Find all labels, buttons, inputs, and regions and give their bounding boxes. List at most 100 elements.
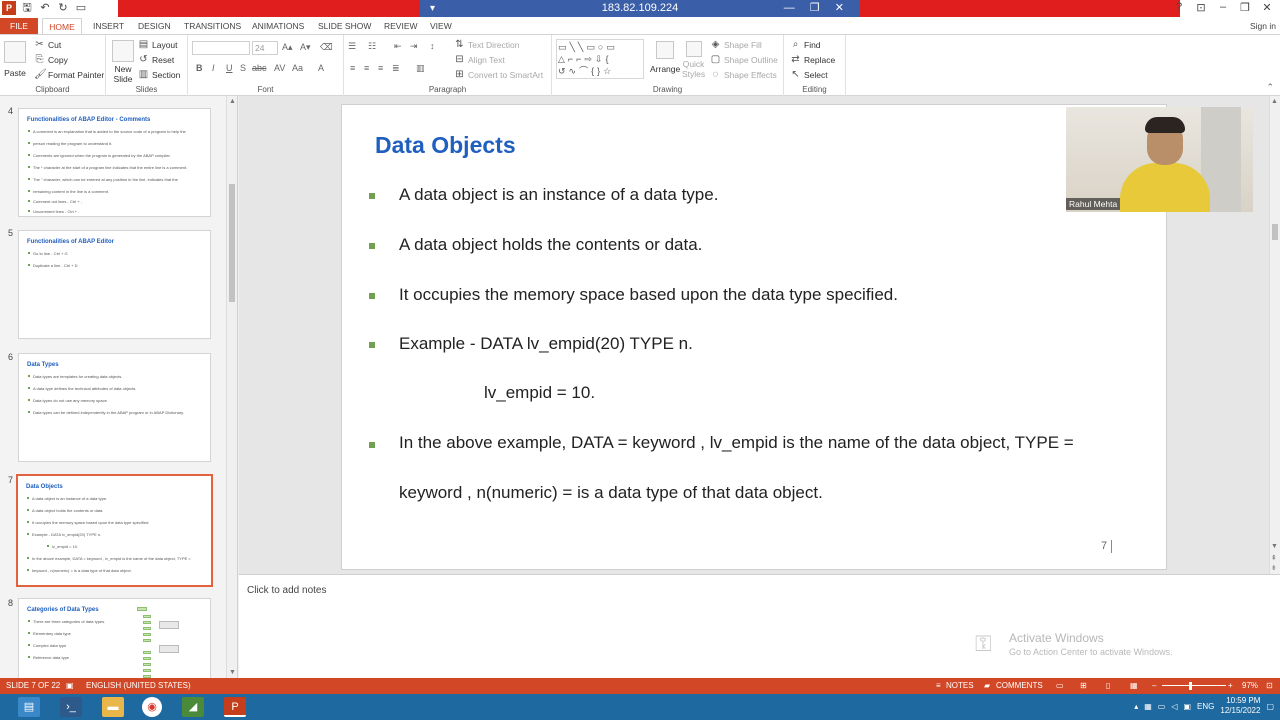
bullets-icon[interactable]: ☰ (348, 41, 356, 52)
undo-icon[interactable]: ↶ (38, 1, 52, 15)
slide-thumbnail-6[interactable]: Data Types Data types are templates for … (18, 353, 211, 462)
slide-bullet-3[interactable]: It occupies the memory space based upon … (399, 285, 898, 305)
change-case-icon[interactable]: Aa (292, 63, 303, 73)
clock[interactable]: 10:59 PM 12/15/2022 (1220, 696, 1260, 716)
file-explorer-app-icon[interactable]: ▤ (18, 697, 40, 717)
slide-thumbnail-7[interactable]: Data Objects A data object is an instanc… (16, 474, 213, 587)
align-text-button[interactable]: ⊟ Align Text (454, 54, 504, 65)
volume-icon[interactable]: ◁ (1171, 702, 1177, 711)
ribbon-display-icon[interactable]: ⊡ (1194, 1, 1208, 14)
replace-button[interactable]: ⇄ Replace (790, 54, 835, 65)
start-from-beginning-icon[interactable]: ▭ (74, 1, 88, 15)
slide-canvas[interactable]: Data Objects A data object is an instanc… (341, 104, 1167, 570)
slide-thumbnail-8[interactable]: Categories of Data Types There are three… (18, 598, 211, 678)
chrome-icon[interactable]: ◉ (142, 697, 162, 717)
scroll-down-icon[interactable]: ▼ (228, 669, 237, 676)
slide-bullet-4[interactable]: Example - DATA lv_empid(20) TYPE n. (399, 334, 693, 354)
text-direction-button[interactable]: ⇅ Text Direction (454, 39, 519, 50)
tab-insert[interactable]: INSERT (93, 18, 124, 34)
find-button[interactable]: ⌕ Find (790, 39, 821, 50)
underline-icon[interactable]: U (226, 63, 233, 73)
zoom-out-icon[interactable]: – (1152, 678, 1156, 694)
zoom-slider-handle[interactable] (1189, 682, 1192, 690)
redo-icon[interactable]: ↻ (56, 1, 70, 15)
shapes-gallery[interactable]: ▭╲╲▭○▭ △⌐⌐⇨⇩{↺∿⌒{}☆ (556, 39, 644, 79)
decrease-indent-icon[interactable]: ⇤ (394, 41, 402, 52)
slideshow-view-icon[interactable]: ▦ (1130, 678, 1138, 694)
reset-button[interactable]: ↺ Reset (138, 54, 174, 65)
slide-bullet-5-continuation[interactable]: keyword , n(numeric) = is a data type of… (399, 483, 823, 503)
shape-effects-button[interactable]: ◌ Shape Effects (710, 69, 777, 80)
editor-scroll-thumb[interactable] (1272, 224, 1278, 240)
notes-pane[interactable]: Click to add notes ⚿ Activate Windows Go… (239, 574, 1280, 678)
shape-outline-button[interactable]: ▢ Shape Outline (710, 54, 778, 65)
notes-toggle[interactable]: NOTES (946, 678, 974, 694)
action-center-icon[interactable]: ▢ (1266, 702, 1274, 711)
fit-slide-icon[interactable]: ⊡ (1266, 678, 1273, 694)
comments-toggle[interactable]: COMMENTS (996, 678, 1043, 694)
paste-button[interactable]: Paste (4, 41, 26, 78)
slide-thumbnail-4[interactable]: Functionalities of ABAP Editor - Comment… (18, 108, 211, 217)
tab-home[interactable]: HOME (42, 18, 82, 34)
line-spacing-icon[interactable]: ↕ (430, 41, 435, 51)
tab-animations[interactable]: ANIMATIONS (252, 18, 304, 34)
reading-view-icon[interactable]: ▯ (1106, 678, 1110, 694)
font-name-field[interactable] (192, 41, 250, 55)
tab-review[interactable]: REVIEW (384, 18, 418, 34)
new-slide-button[interactable]: New Slide (112, 40, 134, 84)
slide-sorter-icon[interactable]: ⊞ (1080, 678, 1087, 694)
powerpoint-taskbar-icon[interactable]: P (224, 697, 246, 717)
tab-file[interactable]: FILE (0, 18, 38, 34)
section-button[interactable]: ▥ Section (138, 69, 181, 80)
language-status[interactable]: ENGLISH (UNITED STATES) (86, 678, 191, 694)
zoom-slider[interactable] (1162, 685, 1226, 686)
font-color-icon[interactable]: A (318, 63, 324, 73)
editor-scrollbar[interactable]: ▲ ▼ ⇞ ⇟ (1269, 96, 1280, 574)
previous-slide-icon[interactable]: ⇞ (1271, 554, 1277, 562)
align-left-icon[interactable]: ≡ (350, 63, 355, 73)
sign-in-link[interactable]: Sign in (1250, 18, 1276, 34)
normal-view-icon[interactable]: ▭ (1056, 678, 1064, 694)
remote-bar-left[interactable]: ▾ (430, 0, 435, 17)
clear-format-icon[interactable]: ⌫ (320, 42, 333, 53)
font-size-field[interactable]: 24 (252, 41, 278, 55)
slide-bullet-5[interactable]: In the above example, DATA = keyword , l… (399, 433, 1074, 453)
numbering-icon[interactable]: ☷ (368, 41, 376, 52)
slide-bullet-2[interactable]: A data object holds the contents or data… (399, 235, 702, 255)
powershell-icon[interactable]: ›_ (60, 697, 82, 717)
align-center-icon[interactable]: ≡ (364, 63, 369, 73)
tab-design[interactable]: DESIGN (138, 18, 171, 34)
convert-smartart-button[interactable]: ⊞ Convert to SmartArt (454, 69, 543, 80)
folder-icon[interactable]: ▬ (102, 697, 124, 717)
collapse-ribbon-icon[interactable]: ⌃ (1266, 82, 1274, 93)
minimize-icon[interactable]: – (1216, 1, 1230, 14)
proofing-icon[interactable]: ▣ (66, 678, 74, 694)
battery-icon[interactable]: ▭ (1158, 702, 1166, 711)
layout-button[interactable]: ▤ Layout (138, 39, 178, 50)
slide-bullet-1[interactable]: A data object is an instance of a data t… (399, 185, 718, 205)
select-button[interactable]: ↖ Select (790, 69, 827, 80)
notes-placeholder[interactable]: Click to add notes (247, 585, 327, 596)
notification-icon[interactable]: ▣ (1183, 702, 1191, 711)
save-icon[interactable]: 🖫 (20, 1, 34, 15)
arrange-button[interactable]: Arrange (650, 41, 680, 74)
next-slide-icon[interactable]: ⇟ (1271, 564, 1277, 572)
editor-scroll-up-icon[interactable]: ▲ (1271, 98, 1278, 105)
scroll-thumb[interactable] (229, 184, 235, 302)
thumbnail-scrollbar[interactable]: ▲ ▼ (226, 96, 237, 678)
tab-view[interactable]: VIEW (430, 18, 452, 34)
restore-icon[interactable]: ❐ (1238, 1, 1252, 14)
slide-title[interactable]: Data Objects (375, 132, 516, 159)
input-language[interactable]: ENG (1197, 702, 1214, 711)
editor-scroll-down-icon[interactable]: ▼ (1271, 543, 1278, 550)
shape-fill-button[interactable]: ◈ Shape Fill (710, 39, 762, 50)
increase-indent-icon[interactable]: ⇥ (410, 41, 418, 52)
char-spacing-icon[interactable]: AV (274, 63, 285, 73)
tab-transitions[interactable]: TRANSITIONS (184, 18, 241, 34)
format-painter-button[interactable]: 🖌 Format Painter (34, 69, 104, 80)
strikethrough-icon[interactable]: abc (252, 63, 267, 73)
slide-thumbnail-5[interactable]: Functionalities of ABAP Editor Go to lin… (18, 230, 211, 339)
tray-expand-icon[interactable]: ▴ (1134, 702, 1138, 711)
bold-icon[interactable]: B (196, 63, 203, 73)
notes-icon[interactable]: ≡ (936, 678, 941, 694)
